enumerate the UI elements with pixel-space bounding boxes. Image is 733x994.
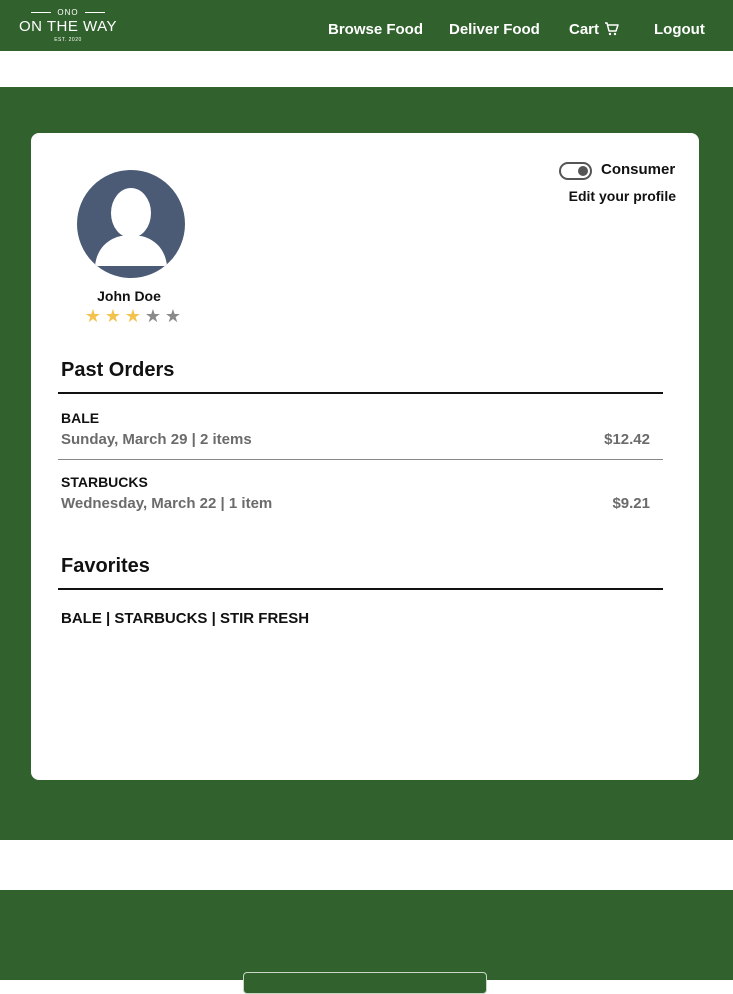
profile-user-name: John Doe [97,288,161,304]
star-icon: ★ [124,306,142,326]
logo-est-text: EST. 2020 [54,37,82,43]
header-spacer [0,51,733,87]
avatar [77,170,185,278]
nav-browse-food[interactable]: Browse Food [328,21,423,38]
order-price: $12.42 [604,431,650,448]
past-orders-title: Past Orders [61,359,175,381]
nav-logout[interactable]: Logout [654,21,705,38]
star-icon: ★ [144,306,162,326]
star-icon: ★ [164,306,182,326]
profile-section-background: John Doe ★ ★ ★ ★ ★ Consumer Edit your profil… [0,87,733,840]
order-price: $9.21 [612,495,650,512]
role-toggle-switch[interactable] [559,162,592,180]
top-navigation-bar: ONO ON THE WAY EST. 2020 Browse Food Del… [0,0,733,51]
ono-logo[interactable]: ONO ON THE WAY EST. 2020 [14,7,122,47]
user-silhouette-icon [95,188,167,266]
logo-ono-text: ONO [57,8,79,17]
rating-stars: ★ ★ ★ ★ ★ [83,306,183,326]
role-label: Consumer [601,161,676,178]
order-divider [58,459,663,460]
footer-spacer [0,840,733,890]
order-items: 2 items [199,431,252,448]
star-icon: ★ [104,306,122,326]
order-date: Sunday, March 29 [61,431,188,448]
order-items: 1 item [228,495,273,512]
order-details: Sunday, March 29 | 2 items [61,431,252,448]
past-orders-divider [58,392,663,394]
cart-icon [604,22,619,40]
logo-name-text: ON THE WAY [18,18,118,35]
edit-profile-link[interactable]: Edit your profile [569,188,676,204]
order-details: Wednesday, March 22 | 1 item [61,495,273,512]
order-restaurant: BALE [61,410,100,426]
profile-card: John Doe ★ ★ ★ ★ ★ Consumer Edit your profil… [31,133,699,780]
favorites-list: BALE | STARBUCKS | STIR FRESH [61,610,310,627]
star-icon: ★ [84,306,102,326]
nav-deliver-food[interactable]: Deliver Food [449,21,540,38]
favorites-divider [58,588,663,590]
order-date: Wednesday, March 22 [61,495,217,512]
nav-cart-label: Cart [569,21,600,38]
footer [0,890,733,980]
footer-button[interactable] [243,972,487,994]
order-restaurant: STARBUCKS [61,474,148,490]
favorites-title: Favorites [61,555,150,577]
nav-cart[interactable]: Cart [569,21,619,40]
